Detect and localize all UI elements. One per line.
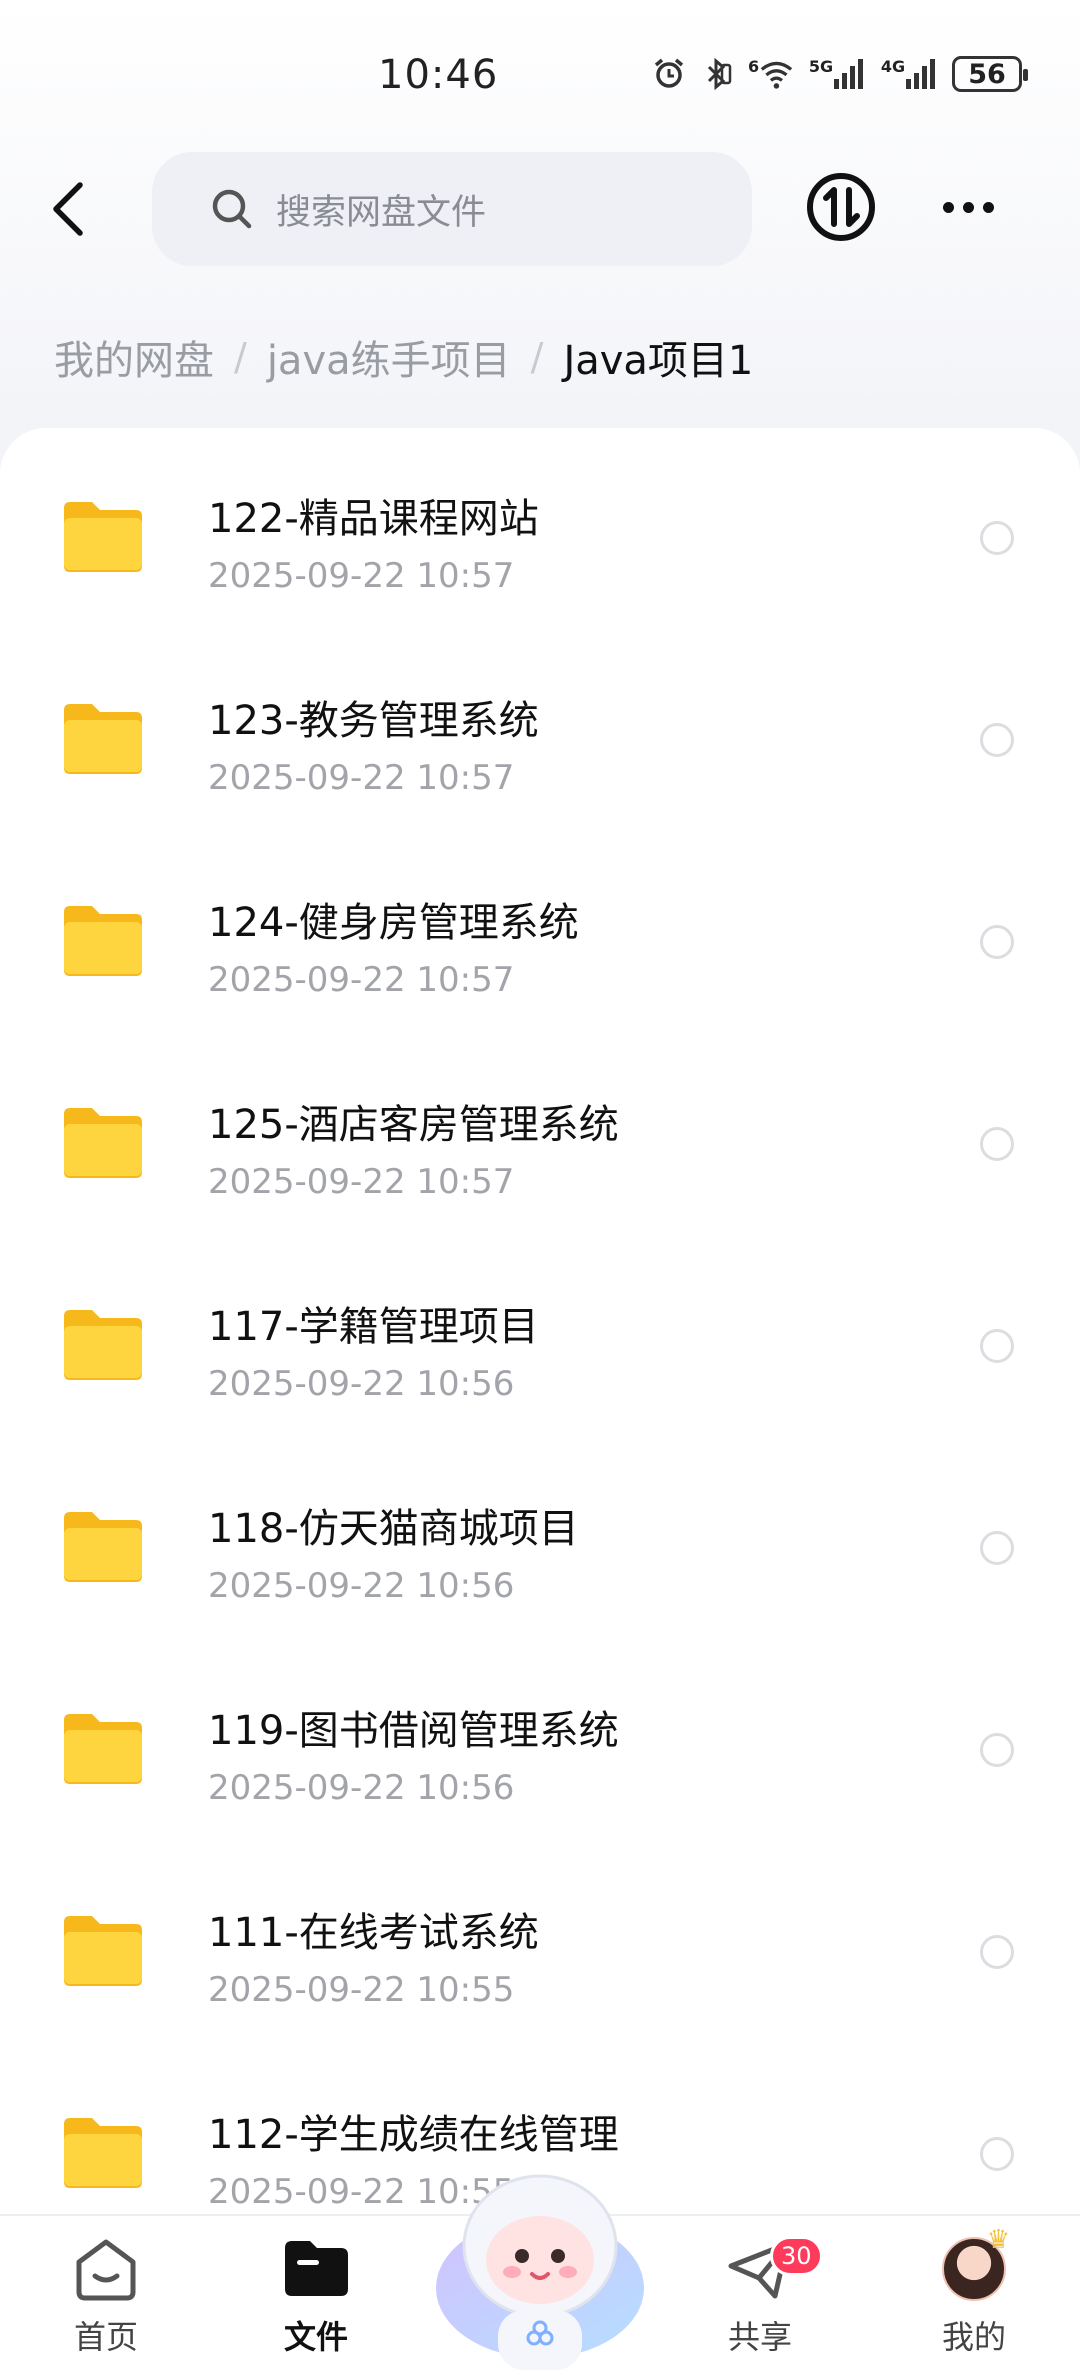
file-date: 2025-09-22 10:56: [208, 1566, 515, 1606]
bluetooth-icon: [700, 57, 734, 91]
list-item[interactable]: 123-教务管理系统 2025-09-22 10:57: [0, 630, 1080, 832]
list-item[interactable]: 117-学籍管理项目 2025-09-22 10:56: [0, 1236, 1080, 1438]
avatar-image: ♛: [942, 2225, 1010, 2301]
more-dot-icon: [982, 201, 994, 213]
breadcrumb-item-parent[interactable]: java练手项目: [267, 328, 511, 386]
list-item[interactable]: 111-在线考试系统 2025-09-22 10:55: [0, 1842, 1080, 2044]
nav-files[interactable]: 文件: [246, 2236, 386, 2366]
breadcrumb-item-root[interactable]: 我的网盘: [54, 328, 214, 386]
select-checkbox[interactable]: [980, 521, 1014, 555]
transfer-button[interactable]: [804, 170, 878, 244]
header: 搜索网盘文件: [0, 150, 1080, 270]
file-name: 123-教务管理系统: [208, 698, 539, 744]
file-name: 111-在线考试系统: [208, 1910, 539, 1956]
search-icon: [212, 189, 252, 229]
list-item[interactable]: 125-酒店客房管理系统 2025-09-22 10:57: [0, 1034, 1080, 1236]
folder-icon: [64, 1714, 142, 1784]
folder-icon: [64, 2118, 142, 2188]
file-name: 124-健身房管理系统: [208, 900, 579, 946]
list-item[interactable]: 118-仿天猫商城项目 2025-09-22 10:56: [0, 1438, 1080, 1640]
file-name: 119-图书借阅管理系统: [208, 1708, 619, 1754]
mascot-ai-button[interactable]: [432, 2148, 648, 2376]
signal-4g-label: 4G: [880, 56, 906, 76]
signal-4g-icon: 4G: [880, 57, 938, 91]
mascot-icon: [436, 2174, 644, 2370]
list-item[interactable]: 119-图书借阅管理系统 2025-09-22 10:56: [0, 1640, 1080, 1842]
select-checkbox[interactable]: [980, 1329, 1014, 1363]
folder-filled-icon: [281, 2236, 351, 2302]
folder-icon: [64, 1916, 142, 1986]
home-icon: [71, 2236, 141, 2302]
signal-5g-label: 5G: [808, 56, 834, 76]
more-dot-icon: [942, 201, 954, 213]
wifi-icon: 6: [748, 57, 794, 91]
status-time: 10:46: [378, 52, 499, 98]
file-date: 2025-09-22 10:55: [208, 1970, 515, 2010]
wifi-version-label: 6: [748, 56, 760, 76]
select-checkbox[interactable]: [980, 1127, 1014, 1161]
file-date: 2025-09-22 10:57: [208, 556, 515, 596]
file-name: 125-酒店客房管理系统: [208, 1102, 619, 1148]
file-date: 2025-09-22 10:56: [208, 1364, 515, 1404]
folder-icon: [64, 1310, 142, 1380]
search-placeholder: 搜索网盘文件: [276, 192, 487, 233]
folder-icon: [64, 704, 142, 774]
signal-5g-icon: 5G: [808, 57, 866, 91]
file-date: 2025-09-22 10:57: [208, 758, 515, 798]
nav-files-label: 文件: [283, 2318, 348, 2356]
nav-share[interactable]: 30 共享: [690, 2236, 830, 2366]
list-item[interactable]: 124-健身房管理系统 2025-09-22 10:57: [0, 832, 1080, 1034]
select-checkbox[interactable]: [980, 925, 1014, 959]
more-options-button[interactable]: [928, 170, 1008, 244]
file-date: 2025-09-22 10:57: [208, 1162, 515, 1202]
select-checkbox[interactable]: [980, 1531, 1014, 1565]
nav-share-label: 共享: [727, 2318, 792, 2356]
select-checkbox[interactable]: [980, 1733, 1014, 1767]
search-input[interactable]: 搜索网盘文件: [152, 152, 752, 266]
nav-home-label: 首页: [73, 2318, 138, 2356]
transfer-icon: [807, 173, 875, 241]
file-name: 122-精品课程网站: [208, 496, 539, 542]
file-name: 117-学籍管理项目: [208, 1304, 539, 1350]
folder-icon: [64, 1108, 142, 1178]
avatar: ♛: [939, 2225, 1010, 2302]
back-arrow-icon: [53, 182, 83, 236]
alarm-icon: [652, 57, 686, 91]
breadcrumb-separator: /: [530, 335, 544, 379]
file-list: 122-精品课程网站 2025-09-22 10:57 123-教务管理系统 2…: [0, 428, 1080, 2228]
file-date: 2025-09-22 10:56: [208, 1768, 515, 1808]
nav-mine-label: 我的: [941, 2318, 1006, 2356]
crown-icon: ♛: [986, 2225, 1010, 2255]
more-dot-icon: [962, 201, 974, 213]
folder-icon: [64, 1512, 142, 1582]
status-bar: 10:46 6 5G 4G 56: [0, 0, 1080, 150]
file-date: 2025-09-22 10:57: [208, 960, 515, 1000]
select-checkbox[interactable]: [980, 723, 1014, 757]
file-name: 118-仿天猫商城项目: [208, 1506, 579, 1552]
list-item[interactable]: 122-精品课程网站 2025-09-22 10:57: [0, 428, 1080, 630]
breadcrumb-item-current: Java项目1: [563, 338, 754, 384]
share-badge: 30: [770, 2236, 823, 2276]
select-checkbox[interactable]: [980, 1935, 1014, 1969]
breadcrumb-separator: /: [234, 335, 247, 379]
battery-indicator: 56: [952, 56, 1028, 92]
nav-home[interactable]: 首页: [36, 2236, 176, 2366]
back-button[interactable]: [40, 172, 96, 246]
select-checkbox[interactable]: [980, 2137, 1014, 2171]
folder-icon: [64, 502, 142, 572]
folder-icon: [64, 906, 142, 976]
status-icons: 6 5G 4G 56: [652, 56, 1028, 92]
breadcrumb: 我的网盘 / java练手项目 / Java项目1: [54, 328, 753, 386]
nav-mine[interactable]: ♛ 我的: [904, 2225, 1044, 2366]
